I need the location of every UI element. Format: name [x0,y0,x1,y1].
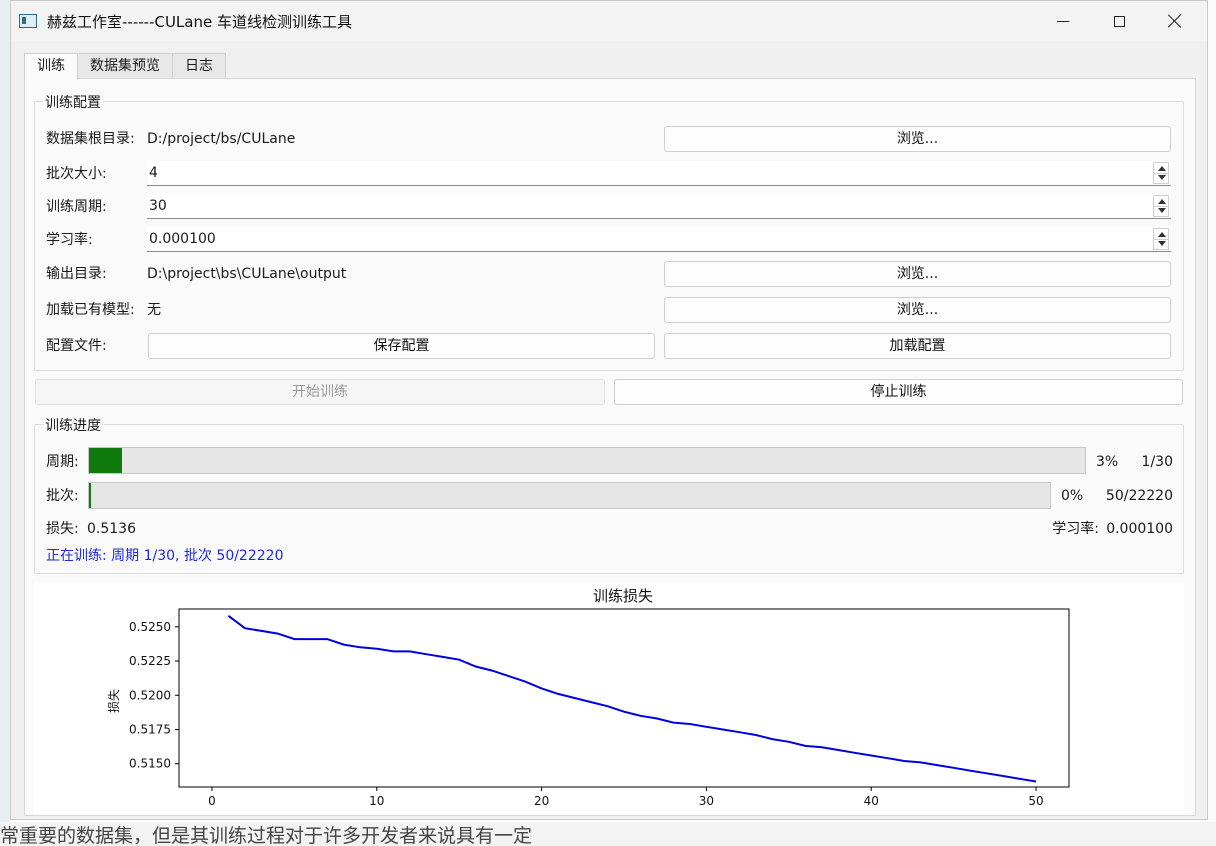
batch-size-value: 4 [149,165,158,181]
learning-rate-value: 0.000100 [149,231,216,247]
spin-up-icon[interactable] [1158,166,1166,171]
learning-rate-label: 学习率: [46,232,93,248]
batch-size-stepper[interactable] [1153,162,1169,184]
spin-down-icon[interactable] [1158,175,1166,180]
stop-training-button[interactable]: 停止训练 [614,379,1183,405]
batch-progress-bar [88,482,1051,509]
output-dir-label: 输出目录: [46,266,107,282]
config-file-label: 配置文件: [46,338,107,354]
x-tick-label: 20 [534,794,549,808]
y-tick-label: 0.5175 [129,722,171,736]
maximize-button[interactable] [1091,1,1147,41]
app-icon [19,14,37,28]
browse-output-button[interactable]: 浏览... [664,261,1171,287]
close-icon [1168,14,1182,28]
spin-up-icon[interactable] [1158,232,1166,237]
x-tick-label: 40 [864,794,879,808]
spin-up-icon[interactable] [1158,199,1166,204]
batch-size-label: 批次大小: [46,166,107,182]
epoch-count: 1/30 [1141,454,1173,470]
training-progress-group: 训练进度 周期: 3% 1/30 批次: 0% 50/22220 损失: 0.5… [34,415,1184,574]
window-title: 赫兹工作室------CULane 车道线检测训练工具 [47,12,352,31]
loss-series-line [227,615,1037,783]
batch-progress-fill [89,483,92,508]
start-training-button[interactable]: 开始训练 [35,379,605,405]
batch-size-spinbox[interactable]: 4 [147,161,1171,186]
save-config-button[interactable]: 保存配置 [148,333,655,359]
minimize-icon [1057,20,1069,22]
title-bar[interactable]: 赫兹工作室------CULane 车道线检测训练工具 [11,1,1207,41]
epochs-label: 训练周期: [46,199,107,215]
chart-y-axis-label: 损失 [106,689,121,713]
x-tick-label: 50 [1028,794,1043,808]
load-model-value: 无 [147,302,161,318]
y-tick-label: 0.5250 [129,620,171,634]
tab-bar: 训练 数据集预览 日志 [24,53,226,80]
loss-label: 损失: [46,521,79,537]
load-config-button[interactable]: 加载配置 [664,333,1171,359]
epochs-spinbox[interactable]: 30 [147,194,1171,219]
dataset-root-value: D:/project/bs/CULane [147,131,296,147]
epoch-progress-fill [89,448,123,473]
epoch-progress-label: 周期: [46,454,79,470]
epoch-percent: 3% [1096,454,1119,470]
loss-value: 0.5136 [87,521,136,537]
tab-dataset-preview[interactable]: 数据集预览 [77,53,173,79]
output-dir-value: D:\project\bs\CULane\output [147,266,347,282]
batch-percent: 0% [1061,488,1084,504]
axis-ticks: 0 10 20 30 40 50 0.5150 0.5175 0.5200 0.5225 0.525… [129,620,1044,808]
spin-down-icon[interactable] [1158,241,1166,246]
x-tick-label: 0 [208,794,216,808]
background-document-text: 常重要的数据集，但是其训练过程对于许多开发者来说具有一定 [0,822,1216,846]
spin-down-icon[interactable] [1158,208,1166,213]
loss-chart-svg: 训练损失 损失 0 10 20 30 40 50 0.5150 0.5175 0.5200 0.5… [106,587,1070,808]
x-tick-label: 30 [699,794,714,808]
training-config-group: 训练配置 数据集根目录: D:/project/bs/CULane 浏览... … [34,92,1184,371]
close-button[interactable] [1147,1,1203,41]
maximize-icon [1113,15,1125,27]
learning-rate-spinbox[interactable]: 0.000100 [147,227,1171,252]
current-lr-label: 学习率: [1052,521,1099,537]
learning-rate-stepper[interactable] [1153,228,1169,250]
batch-count: 50/22220 [1105,488,1173,504]
tab-train[interactable]: 训练 [24,53,78,80]
batch-progress-label: 批次: [46,488,79,504]
desktop-background [0,0,10,846]
y-tick-label: 0.5150 [129,757,171,771]
training-progress-title: 训练进度 [43,415,103,435]
tab-log[interactable]: 日志 [172,53,226,79]
dataset-root-label: 数据集根目录: [46,131,135,147]
epochs-stepper[interactable] [1153,195,1169,217]
y-tick-label: 0.5225 [129,654,171,668]
load-model-label: 加载已有模型: [46,302,135,318]
epoch-progress-bar [88,447,1086,474]
current-lr-value: 0.000100 [1106,521,1173,537]
y-tick-label: 0.5200 [129,688,171,702]
training-status-text: 正在训练: 周期 1/30, 批次 50/22220 [46,548,284,564]
training-config-title: 训练配置 [43,92,103,112]
plot-frame [178,608,1070,788]
epochs-value: 30 [149,198,167,214]
loss-chart: 训练损失 损失 0 10 20 30 40 50 0.5150 0.5175 0.5200 0.5… [34,582,1184,815]
browse-model-button[interactable]: 浏览... [664,297,1171,323]
x-tick-label: 10 [369,794,384,808]
minimize-button[interactable] [1035,1,1091,41]
app-window: 赫兹工作室------CULane 车道线检测训练工具 训练 数据集预览 日志 … [10,0,1208,820]
chart-title: 训练损失 [593,587,653,605]
browse-dataset-button[interactable]: 浏览... [664,126,1171,152]
